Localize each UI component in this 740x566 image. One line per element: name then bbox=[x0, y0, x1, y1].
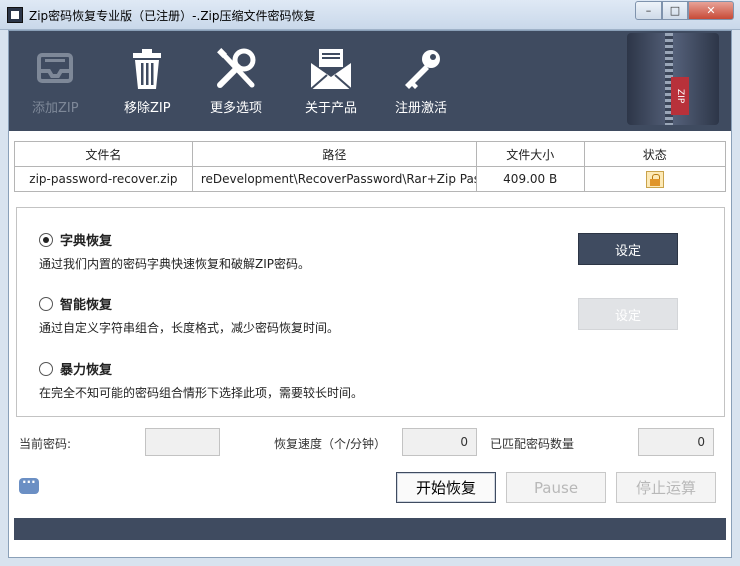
register-activate-button[interactable]: 注册激活 bbox=[395, 47, 447, 116]
pause-button[interactable]: Pause bbox=[506, 472, 606, 503]
maximize-button[interactable]: □ bbox=[662, 1, 688, 20]
smart-settings-button[interactable]: 设定 bbox=[578, 298, 678, 330]
toolbar: 添加ZIP 移除ZIP 更多选项 关于产品 注册激活 ZIP bbox=[9, 31, 731, 131]
column-header-path[interactable]: 路径 bbox=[191, 141, 477, 167]
option-description: 通过自定义字符串组合，长度格式，减少密码恢复时间。 bbox=[39, 321, 340, 335]
option-label: 暴力恢复 bbox=[60, 363, 113, 378]
file-status-cell bbox=[583, 166, 727, 192]
column-header-filename[interactable]: 文件名 bbox=[14, 141, 193, 167]
file-name-cell: zip-password-recover.zip bbox=[14, 166, 193, 192]
option-description: 在完全不知可能的密码组合情形下选择此项，需要较长时间。 bbox=[39, 386, 364, 400]
more-options-button[interactable]: 更多选项 bbox=[210, 47, 262, 116]
inbox-tray-icon bbox=[33, 47, 77, 91]
recovery-options-panel: 字典恢复 通过我们内置的密码字典快速恢复和破解ZIP密码。 设定 智能恢复 通过… bbox=[16, 207, 725, 417]
smart-recovery-option[interactable]: 智能恢复 通过自定义字符串组合，长度格式，减少密码恢复时间。 bbox=[39, 294, 339, 336]
about-product-button[interactable]: 关于产品 bbox=[305, 47, 357, 116]
brute-force-radio[interactable] bbox=[39, 361, 53, 376]
file-table: 文件名 路径 文件大小 状态 zip-password-recover.zip … bbox=[14, 141, 727, 192]
start-recovery-button[interactable]: 开始恢复 bbox=[396, 472, 496, 503]
current-password-field bbox=[145, 428, 220, 456]
recovery-speed-label: 恢复速度（个/分钟） bbox=[274, 437, 387, 451]
toolbar-label: 添加ZIP bbox=[32, 101, 79, 116]
dictionary-recovery-option[interactable]: 字典恢复 通过我们内置的密码字典快速恢复和破解ZIP密码。 bbox=[39, 230, 310, 272]
dictionary-radio[interactable] bbox=[39, 232, 53, 247]
app-icon bbox=[7, 7, 23, 23]
toolbar-label: 更多选项 bbox=[210, 101, 263, 116]
matched-count-label: 已匹配密码数量 bbox=[490, 437, 575, 451]
key-icon bbox=[399, 47, 443, 91]
remove-zip-button[interactable]: 移除ZIP bbox=[124, 47, 171, 116]
file-size-cell: 409.00 B bbox=[475, 166, 585, 192]
envelope-icon bbox=[309, 47, 353, 91]
file-path-cell: reDevelopment\RecoverPassword\Rar+Zip Pa… bbox=[191, 166, 477, 192]
title-bar: Zip密码恢复专业版（已注册）-.Zip压缩文件密码恢复 – □ ✕ bbox=[0, 0, 740, 30]
table-header-row: 文件名 路径 文件大小 状态 bbox=[14, 141, 727, 167]
stop-button[interactable]: 停止运算 bbox=[616, 472, 716, 503]
column-header-size[interactable]: 文件大小 bbox=[475, 141, 585, 167]
option-label: 智能恢复 bbox=[60, 298, 113, 313]
window-client: 添加ZIP 移除ZIP 更多选项 关于产品 注册激活 ZIP 文件名 路径 文件… bbox=[8, 30, 732, 558]
zip-logo-image: ZIP bbox=[627, 33, 719, 125]
option-label: 字典恢复 bbox=[60, 234, 113, 249]
table-row[interactable]: zip-password-recover.zip reDevelopment\R… bbox=[14, 166, 727, 192]
recovery-speed-field: 0 bbox=[402, 428, 477, 456]
current-password-label: 当前密码: bbox=[19, 437, 72, 451]
add-zip-button[interactable]: 添加ZIP bbox=[32, 47, 79, 116]
tools-icon bbox=[214, 47, 258, 91]
close-button[interactable]: ✕ bbox=[688, 1, 734, 20]
toolbar-label: 移除ZIP bbox=[124, 101, 171, 116]
dictionary-settings-button[interactable]: 设定 bbox=[578, 233, 678, 265]
toolbar-label: 注册激活 bbox=[395, 101, 448, 116]
zip-tag: ZIP bbox=[671, 77, 689, 115]
trash-icon bbox=[125, 47, 169, 91]
smart-radio[interactable] bbox=[39, 296, 53, 311]
option-description: 通过我们内置的密码字典快速恢复和破解ZIP密码。 bbox=[39, 257, 310, 271]
chat-icon[interactable] bbox=[19, 475, 39, 494]
minimize-button[interactable]: – bbox=[635, 1, 662, 20]
window-title: Zip密码恢复专业版（已注册）-.Zip压缩文件密码恢复 bbox=[29, 9, 316, 23]
window-controls: – □ ✕ bbox=[635, 1, 734, 20]
lock-icon bbox=[645, 170, 664, 188]
status-bar bbox=[14, 518, 726, 540]
column-header-status[interactable]: 状态 bbox=[583, 141, 727, 167]
toolbar-label: 关于产品 bbox=[305, 101, 358, 116]
matched-count-field: 0 bbox=[638, 428, 714, 456]
brute-force-recovery-option[interactable]: 暴力恢复 在完全不知可能的密码组合情形下选择此项，需要较长时间。 bbox=[39, 359, 363, 401]
